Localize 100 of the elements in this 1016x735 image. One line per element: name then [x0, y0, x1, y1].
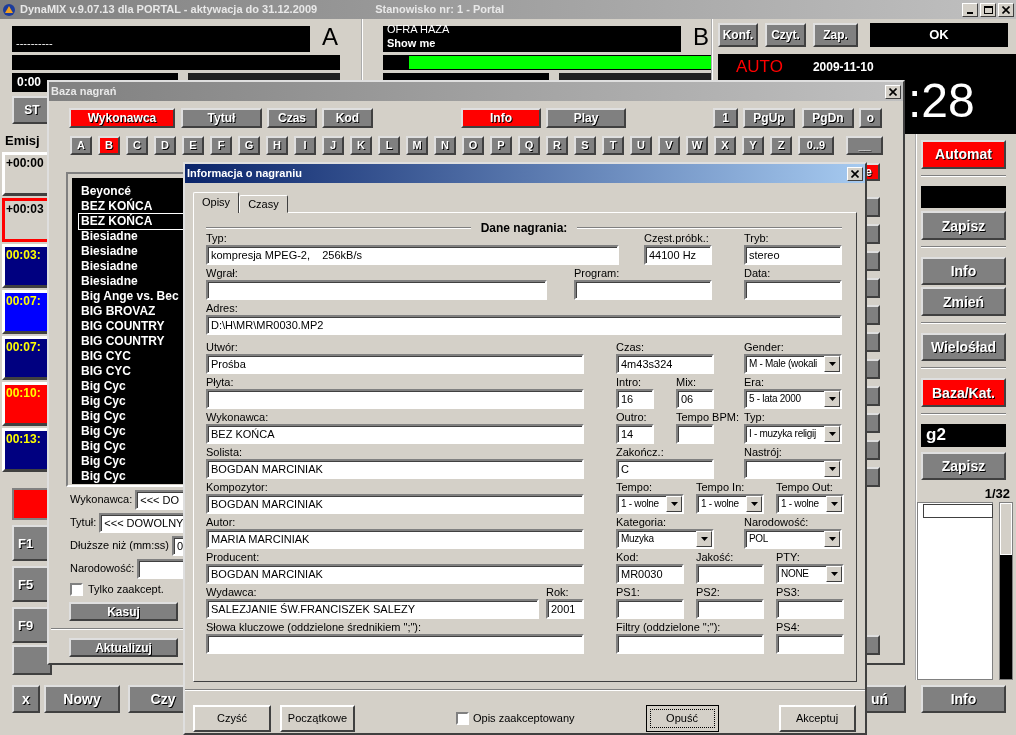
- close-button[interactable]: [885, 84, 901, 99]
- text-field[interactable]: [616, 634, 764, 655]
- letter-button[interactable]: __: [846, 136, 883, 155]
- letter-button[interactable]: M: [406, 136, 428, 155]
- text-field[interactable]: 2001: [546, 599, 584, 620]
- dialog-button[interactable]: Opuść: [645, 705, 719, 732]
- text-field[interactable]: [206, 389, 584, 410]
- letter-button[interactable]: I: [294, 136, 316, 155]
- sort-button[interactable]: Tytuł: [181, 108, 262, 128]
- action-button[interactable]: Kasuj: [69, 602, 178, 622]
- text-field[interactable]: [206, 280, 547, 301]
- letter-button[interactable]: C: [126, 136, 148, 155]
- letter-button[interactable]: Z: [770, 136, 792, 155]
- page-button[interactable]: 1: [713, 108, 738, 128]
- page-button[interactable]: PgDn: [802, 108, 854, 128]
- text-field[interactable]: MR0030: [616, 564, 684, 585]
- action-button[interactable]: Aktualizuj: [69, 638, 178, 658]
- dropdown-field[interactable]: I - muzyka religij: [744, 424, 842, 445]
- toolbar-button[interactable]: Konf.: [718, 23, 758, 47]
- letter-button[interactable]: S: [574, 136, 596, 155]
- text-field[interactable]: 06: [676, 389, 714, 410]
- text-field[interactable]: [574, 280, 712, 301]
- letter-button[interactable]: T: [602, 136, 624, 155]
- side-button[interactable]: Info: [921, 256, 1006, 286]
- sort-button[interactable]: Kod: [322, 108, 373, 128]
- dropdown-field[interactable]: 1 - wolne: [616, 494, 684, 515]
- letter-button[interactable]: X: [714, 136, 736, 155]
- side-button[interactable]: Zapisz: [921, 211, 1006, 240]
- text-field[interactable]: [206, 634, 584, 655]
- dropdown-field[interactable]: POL: [744, 529, 842, 550]
- letter-button[interactable]: U: [630, 136, 652, 155]
- letter-button[interactable]: D: [154, 136, 176, 155]
- dropdown-field[interactable]: 5 - lata 2000: [744, 389, 842, 410]
- toolbar-button[interactable]: Info: [461, 108, 541, 128]
- text-field[interactable]: [776, 599, 844, 620]
- tab[interactable]: Opisy: [193, 192, 240, 213]
- page-button[interactable]: PgUp: [743, 108, 795, 128]
- side-button[interactable]: Zmień: [921, 287, 1006, 316]
- text-field[interactable]: BOGDAN MARCINIAK: [206, 494, 584, 515]
- text-field[interactable]: MARIA MARCINIAK: [206, 529, 584, 550]
- letter-button[interactable]: O: [462, 136, 484, 155]
- page-button[interactable]: o: [859, 108, 882, 128]
- dialog-button[interactable]: Akceptuj: [778, 705, 856, 732]
- dropdown-field[interactable]: NONE: [776, 564, 844, 585]
- toolbar-button[interactable]: x: [12, 685, 40, 713]
- text-field[interactable]: [676, 424, 714, 445]
- tab[interactable]: Czasy: [239, 195, 288, 213]
- letter-button[interactable]: E: [182, 136, 204, 155]
- panel-button[interactable]: [12, 645, 52, 675]
- toolbar-button[interactable]: Info: [921, 685, 1006, 713]
- text-field[interactable]: [696, 599, 764, 620]
- letter-button[interactable]: 0..9: [798, 136, 834, 155]
- text-field[interactable]: [776, 634, 844, 655]
- side-button[interactable]: Baza/Kat.: [921, 378, 1006, 407]
- text-field[interactable]: D:\H\MR\MR0030.MP2: [206, 315, 842, 336]
- toolbar-button[interactable]: Czyt.: [765, 23, 806, 47]
- letter-button[interactable]: J: [322, 136, 344, 155]
- text-field[interactable]: [744, 280, 842, 301]
- letter-button[interactable]: R: [546, 136, 568, 155]
- text-field[interactable]: 16: [616, 389, 654, 410]
- text-field[interactable]: BOGDAN MARCINIAK: [206, 564, 584, 585]
- close-button[interactable]: [998, 2, 1014, 17]
- side-button[interactable]: Zapisz: [921, 451, 1006, 481]
- letter-button[interactable]: P: [490, 136, 512, 155]
- toolbar-button[interactable]: Nowy: [44, 685, 120, 713]
- letter-button[interactable]: Y: [742, 136, 764, 155]
- checkbox[interactable]: [456, 712, 469, 725]
- letter-button[interactable]: K: [350, 136, 372, 155]
- dropdown-field[interactable]: 1 - wolne: [776, 494, 844, 515]
- maximize-button[interactable]: [980, 2, 996, 17]
- text-field[interactable]: 14: [616, 424, 654, 445]
- letter-button[interactable]: N: [434, 136, 456, 155]
- text-field[interactable]: SALEZJANIE ŚW.FRANCISZEK SALEZY: [206, 599, 539, 620]
- text-field[interactable]: 4m43s324: [616, 354, 714, 375]
- letter-button[interactable]: H: [266, 136, 288, 155]
- letter-button[interactable]: A: [70, 136, 92, 155]
- dropdown-field[interactable]: M - Male (wokali: [744, 354, 842, 375]
- sort-button[interactable]: Wykonawca: [69, 108, 175, 128]
- text-field[interactable]: [696, 564, 764, 585]
- dropdown-field[interactable]: 1 - wolne: [696, 494, 764, 515]
- text-field[interactable]: C: [616, 459, 714, 480]
- checkbox[interactable]: [70, 583, 83, 597]
- text-field[interactable]: stereo: [744, 245, 842, 266]
- letter-button[interactable]: V: [658, 136, 680, 155]
- side-button[interactable]: Wielośład: [921, 332, 1006, 362]
- text-field[interactable]: 44100 Hz: [644, 245, 712, 266]
- toolbar-button[interactable]: Zap.: [813, 23, 858, 47]
- scroll-thumb[interactable]: [1000, 503, 1012, 555]
- text-field[interactable]: [616, 599, 684, 620]
- letter-button[interactable]: Q: [518, 136, 540, 155]
- side-button[interactable]: Automat: [921, 140, 1006, 169]
- dialog-button[interactable]: Czyść: [193, 705, 271, 732]
- dropdown-field[interactable]: Muzyka: [616, 529, 714, 550]
- artist-item[interactable]: BEZ KOŃCA: [79, 214, 229, 229]
- scrollbar[interactable]: [999, 502, 1013, 680]
- letter-button[interactable]: B: [98, 136, 120, 155]
- toolbar-button[interactable]: Play: [546, 108, 626, 128]
- dropdown-field[interactable]: [744, 459, 842, 480]
- letter-button[interactable]: G: [238, 136, 260, 155]
- text-field[interactable]: BOGDAN MARCINIAK: [206, 459, 584, 480]
